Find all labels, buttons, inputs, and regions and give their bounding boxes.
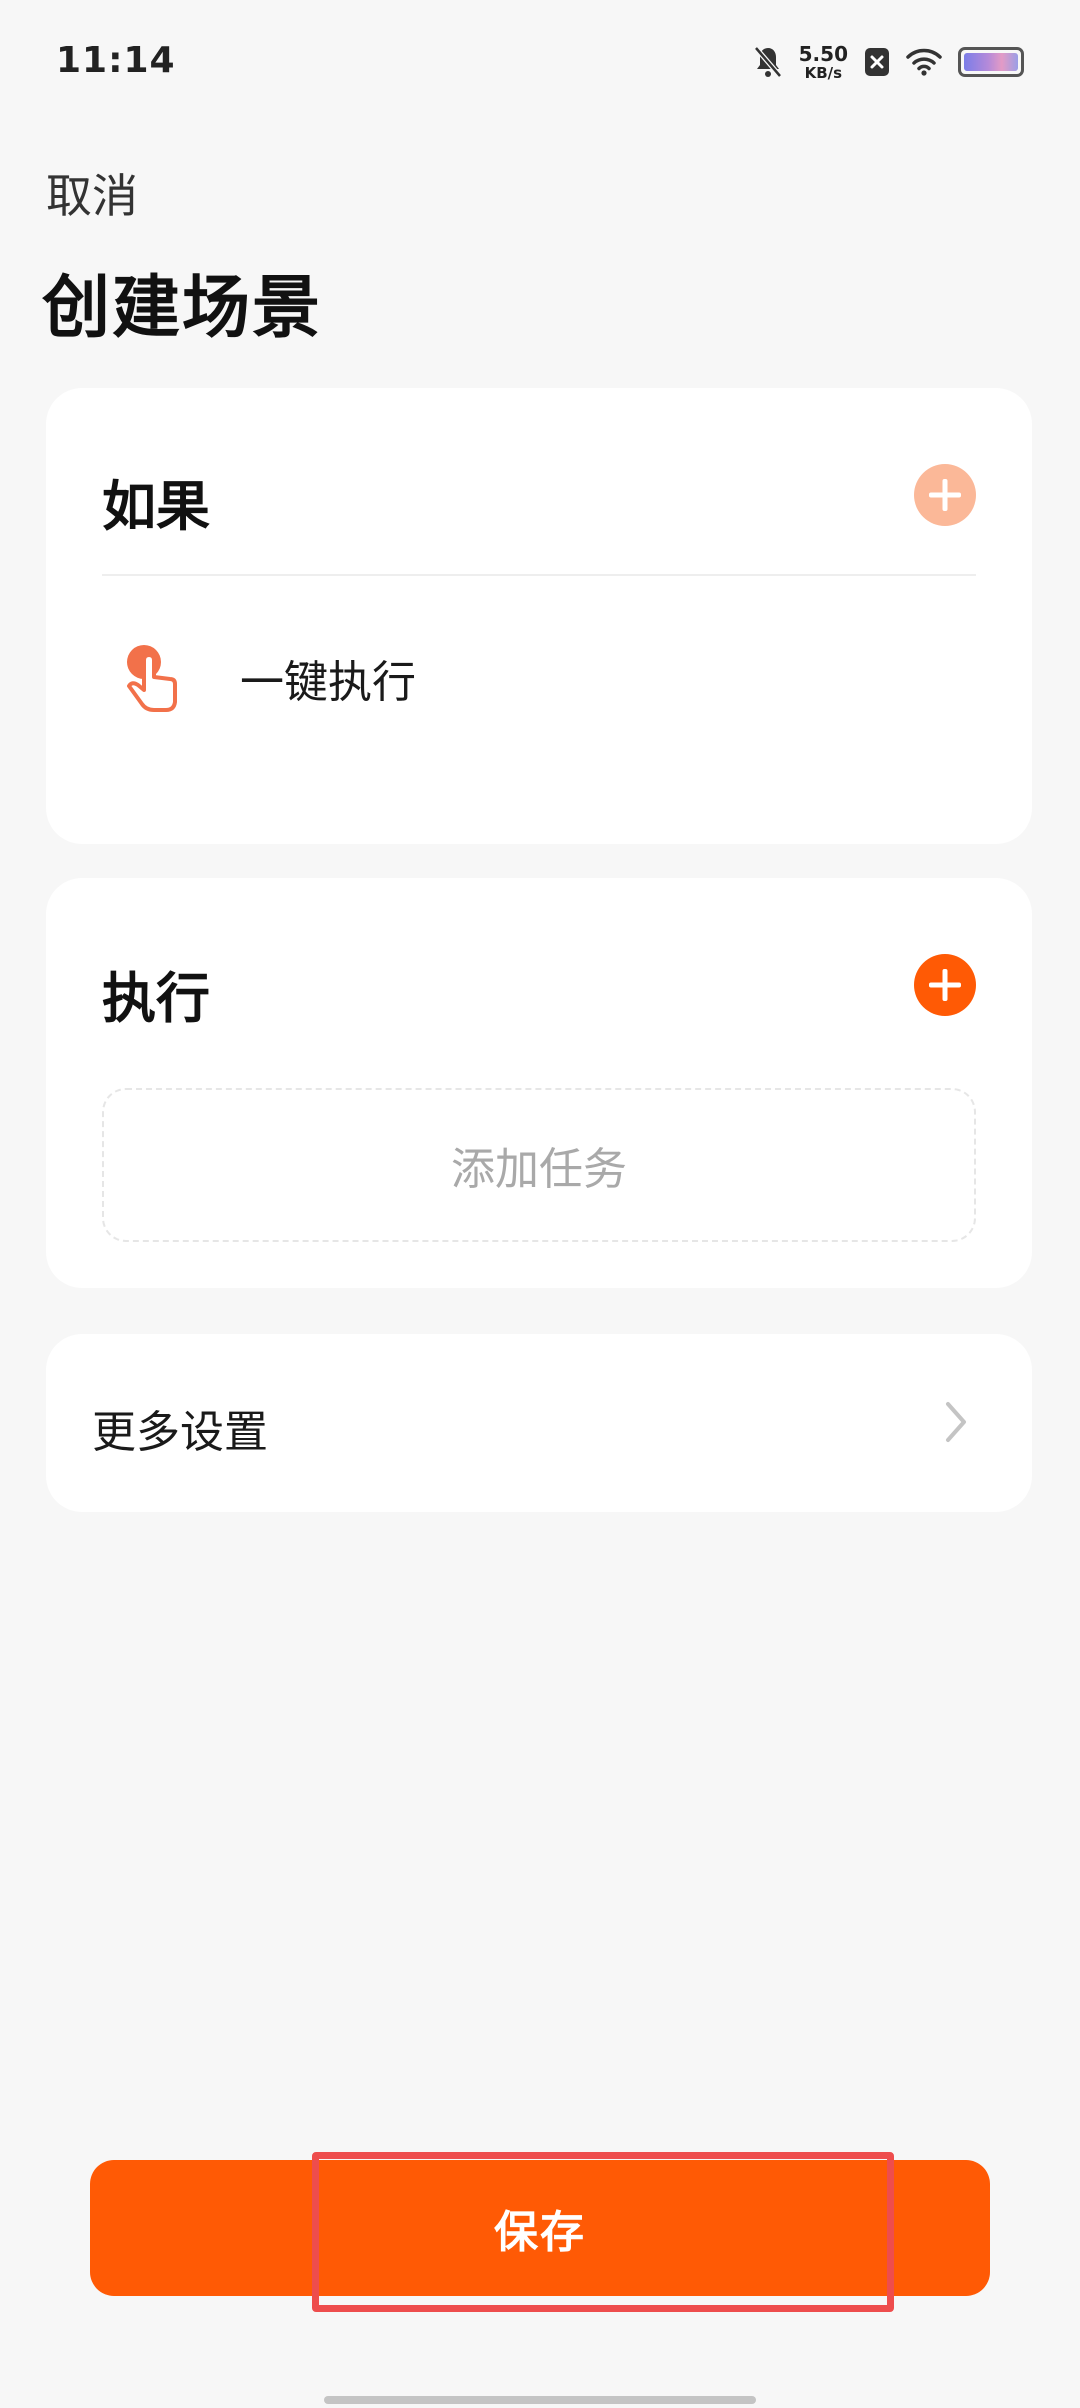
- home-indicator: [324, 2396, 756, 2404]
- cancel-button[interactable]: 取消: [46, 160, 138, 226]
- add-action-button[interactable]: [914, 954, 976, 1016]
- do-section-title: 执行: [102, 967, 210, 1030]
- add-condition-button[interactable]: [914, 464, 976, 526]
- net-speed-value: 5.50: [798, 41, 848, 66]
- status-bar: 11:14 5.50 KB/s: [0, 0, 1080, 120]
- if-section-title: 如果: [102, 475, 210, 538]
- chevron-right-icon: [946, 1402, 966, 1442]
- bell-muted-icon: [753, 46, 782, 78]
- save-button[interactable]: 保存: [90, 2160, 990, 2296]
- more-settings-row[interactable]: 更多设置: [46, 1334, 1032, 1512]
- divider: [102, 574, 976, 576]
- trigger-label: 一键执行: [240, 657, 416, 708]
- tap-hand-icon: [127, 645, 177, 712]
- trigger-item[interactable]: 一键执行: [116, 638, 416, 718]
- save-button-label: 保存: [494, 2207, 586, 2258]
- do-card: 执行 添加任务: [46, 878, 1032, 1288]
- page-title: 创建场景: [42, 269, 323, 348]
- more-settings-label: 更多设置: [92, 1407, 268, 1458]
- add-task-label: 添加任务: [451, 1144, 627, 1195]
- status-time: 11:14: [56, 40, 176, 81]
- battery-fill: [964, 53, 1018, 71]
- add-task-button[interactable]: 添加任务: [102, 1088, 976, 1242]
- net-speed-unit: KB/s: [804, 63, 843, 82]
- create-scene-screen: 11:14 5.50 KB/s 取消 创建场景 如果 一键执行 执行 添加任务 …: [0, 0, 1080, 2408]
- close-box-icon: [865, 48, 889, 76]
- wifi-icon: [906, 48, 942, 76]
- status-icons: 5.50 KB/s: [753, 40, 1024, 84]
- net-speed: 5.50 KB/s: [799, 44, 848, 81]
- if-card: 如果 一键执行: [46, 388, 1032, 844]
- battery-icon: [958, 47, 1024, 77]
